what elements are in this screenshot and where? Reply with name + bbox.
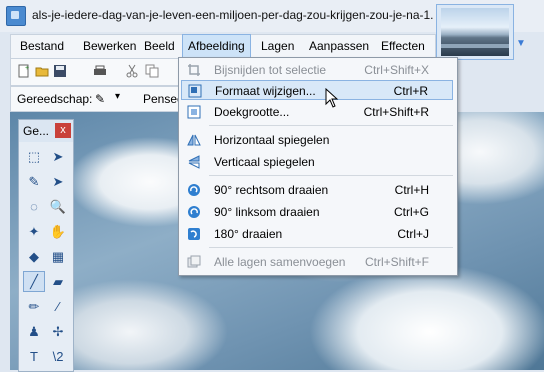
paint-bucket-icon[interactable]: ◆: [23, 246, 45, 267]
tool-options-bar: Gereedschap: ✎ ▾ Pensee: [10, 86, 184, 112]
rectangle-select-icon[interactable]: ⬚: [23, 146, 45, 167]
menu-aanpassen[interactable]: Aanpassen: [304, 35, 374, 57]
line-curve-icon[interactable]: \2: [47, 346, 69, 367]
menu-item-canvas-size[interactable]: Doekgrootte... Ctrl+Shift+R: [181, 102, 453, 122]
canvas-size-icon: [187, 105, 201, 119]
gradient-icon[interactable]: ▦: [47, 246, 69, 267]
thumbnail-menu-chevron-icon[interactable]: ▼: [516, 38, 526, 49]
mouse-cursor-icon: [325, 88, 339, 108]
menu-item-rotate-ccw[interactable]: 90° linksom draaien Ctrl+G: [181, 202, 453, 222]
menu-item-crop-to-selection[interactable]: Bijsnijden tot selectie Ctrl+Shift+X: [181, 60, 453, 80]
menu-item-shortcut: Ctrl+Shift+R: [363, 105, 429, 119]
eraser-icon[interactable]: ▰: [47, 271, 69, 292]
chevron-down-icon[interactable]: ▾: [115, 91, 120, 102]
menu-item-shortcut: Ctrl+H: [394, 183, 429, 197]
save-icon[interactable]: [53, 64, 67, 78]
resize-icon: [188, 84, 202, 98]
lasso-select-icon[interactable]: ✎: [23, 171, 45, 192]
recolor-icon[interactable]: ✢: [47, 321, 69, 342]
pan-icon[interactable]: ✋: [47, 221, 69, 242]
crop-icon: [188, 64, 200, 76]
tools-window: Ge... x ⬚ ➤ ✎ ➤ ◌ 🔍 ✦ ✋ ◆ ▦ ╱ ▰ ✏ ⁄ ♟ ✢ T \2: [18, 119, 74, 372]
menu-item-rotate-180[interactable]: 180° draaien Ctrl+J: [181, 224, 453, 244]
open-file-icon[interactable]: [35, 64, 49, 78]
title-bar: als-je-iedere-dag-van-je-leven-een-miljo…: [0, 0, 544, 60]
menu-item-label: Horizontaal spiegelen: [214, 133, 330, 147]
color-picker-icon[interactable]: ⁄: [47, 296, 69, 317]
menu-bestand[interactable]: Bestand: [15, 35, 69, 57]
clone-stamp-icon[interactable]: ♟: [23, 321, 45, 342]
cut-icon[interactable]: [125, 64, 139, 78]
paintbrush-icon[interactable]: ✎: [95, 92, 105, 106]
flip-horizontal-icon: [187, 134, 201, 146]
menu-item-label: 180° draaien: [214, 227, 283, 241]
flip-vertical-icon: [188, 155, 200, 169]
menu-item-label: 90° rechtsom draaien: [214, 183, 329, 197]
menu-item-resize[interactable]: Formaat wijzigen... Ctrl+R: [181, 80, 453, 100]
menu-item-label: Formaat wijzigen...: [215, 84, 316, 98]
tools-window-title: Ge...: [23, 124, 50, 138]
flatten-icon: [187, 255, 201, 268]
menu-item-label: Alle lagen samenvoegen: [214, 255, 346, 269]
menu-item-flip-horizontal[interactable]: Horizontaal spiegelen: [181, 130, 453, 150]
text-icon[interactable]: T: [23, 346, 45, 367]
menu-item-shortcut: Ctrl+R: [393, 84, 428, 98]
rotate-180-icon: [188, 228, 200, 240]
menu-beeld[interactable]: Beeld: [139, 35, 180, 57]
new-file-icon[interactable]: +: [17, 64, 31, 78]
menu-item-label: Verticaal spiegelen: [214, 155, 315, 169]
close-icon[interactable]: x: [55, 123, 71, 138]
menu-item-label: 90° linksom draaien: [214, 205, 320, 219]
copy-icon[interactable]: [145, 64, 159, 78]
menu-item-label: Doekgrootte...: [214, 105, 290, 119]
menu-item-shortcut: Ctrl+Shift+F: [364, 255, 429, 269]
zoom-icon[interactable]: 🔍: [47, 196, 69, 217]
move-selection-icon[interactable]: ➤: [47, 146, 69, 167]
menu-separator: [209, 247, 453, 248]
menu-item-shortcut: Ctrl+J: [397, 227, 429, 241]
rotate-cw-icon: [188, 184, 200, 196]
menu-item-rotate-cw[interactable]: 90° rechtsom draaien Ctrl+H: [181, 180, 453, 200]
thumbnail-image: [441, 8, 509, 56]
menu-item-shortcut: Ctrl+G: [393, 205, 429, 219]
menu-effecten[interactable]: Effecten: [376, 35, 430, 57]
menu-item-flip-vertical[interactable]: Verticaal spiegelen: [181, 152, 453, 172]
menu-bar: Bestand Bewerken Beeld Afbeelding Lagen …: [10, 34, 436, 59]
print-icon[interactable]: [93, 64, 107, 78]
tools-window-titlebar[interactable]: Ge... x: [19, 120, 73, 142]
menu-separator: [209, 175, 453, 176]
image-thumbnail[interactable]: [436, 4, 514, 60]
paintbrush-icon[interactable]: ╱: [23, 271, 45, 292]
menu-afbeelding[interactable]: Afbeelding: [182, 34, 251, 58]
magic-wand-icon[interactable]: ✦: [23, 221, 45, 242]
menu-bewerken[interactable]: Bewerken: [78, 35, 141, 57]
menu-lagen[interactable]: Lagen: [256, 35, 299, 57]
svg-text:+: +: [25, 65, 29, 72]
afbeelding-menu-dropdown: Bijsnijden tot selectie Ctrl+Shift+X For…: [178, 57, 458, 276]
pencil-icon[interactable]: ✏: [23, 296, 45, 317]
ellipse-select-icon[interactable]: ◌: [23, 196, 45, 217]
menu-item-shortcut: Ctrl+Shift+X: [364, 63, 429, 77]
menu-item-label: Bijsnijden tot selectie: [214, 63, 327, 77]
rotate-ccw-icon: [188, 206, 200, 218]
window-title: als-je-iedere-dag-van-je-leven-een-miljo…: [32, 8, 434, 22]
tool-label: Gereedschap:: [17, 92, 93, 106]
menu-item-flatten[interactable]: Alle lagen samenvoegen Ctrl+Shift+F: [181, 252, 453, 272]
menu-separator: [209, 125, 453, 126]
main-toolbar: +: [10, 58, 182, 86]
app-icon: [6, 6, 26, 26]
move-selected-icon[interactable]: ➤: [47, 171, 69, 192]
